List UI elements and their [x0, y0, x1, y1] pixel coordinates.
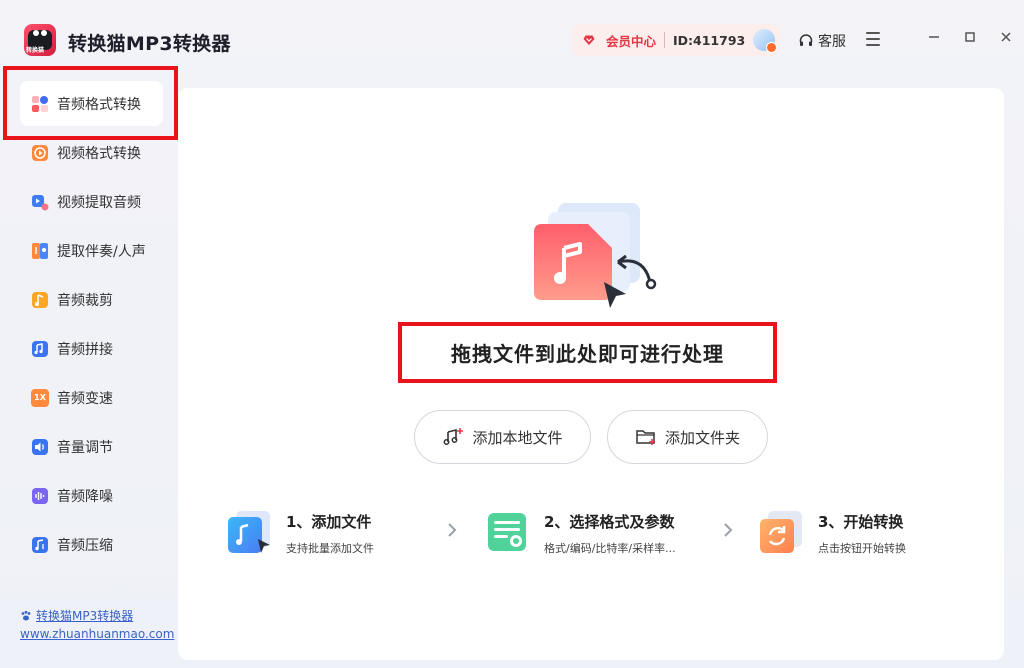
headset-icon: [799, 34, 813, 46]
logo-eye-right: [41, 30, 47, 36]
sidebar-item-vocal-extract[interactable]: 提取伴奏/人声: [20, 228, 163, 273]
footer-url-link[interactable]: www.zhuanhuanmao.com: [20, 627, 174, 641]
sidebar-item-label: 视频格式转换: [57, 145, 141, 162]
maximize-icon: [965, 32, 975, 42]
step-title: 3、开始转换: [818, 513, 904, 531]
minimize-icon: [929, 36, 939, 38]
diamond-icon: [582, 33, 596, 47]
footer-link[interactable]: 转换猫MP3转换器 www.zhuanhuanmao.com: [20, 607, 174, 641]
footer-brand-label[interactable]: 转换猫MP3转换器: [36, 607, 133, 624]
step-title: 2、选择格式及参数: [544, 513, 675, 531]
sidebar-item-label: 提取伴奏/人声: [57, 243, 146, 260]
paw-icon: [21, 610, 31, 620]
step-subtitle: 支持批量添加文件: [286, 542, 374, 555]
menu-icon[interactable]: [866, 32, 880, 46]
add-file-button[interactable]: 添加本地文件: [414, 410, 591, 464]
sidebar-item-label: 音频变速: [57, 390, 113, 407]
logo-eye-left: [33, 30, 39, 36]
app-logo: 转换猫: [24, 24, 56, 56]
sidebar-item-audio-merge[interactable]: 音频拼接: [20, 326, 163, 371]
volume-icon: [31, 438, 49, 456]
add-music-file-icon: [444, 428, 464, 445]
add-file-label[interactable]: 添加本地文件: [472, 427, 562, 448]
sidebar-item-audio-cut[interactable]: 音频裁剪: [20, 277, 163, 322]
step-start-convert: 3、开始转换 点击按钮开始转换: [758, 507, 906, 556]
avatar[interactable]: [753, 29, 778, 53]
maximize-button[interactable]: [962, 30, 978, 48]
sidebar: 音频格式转换 视频格式转换 视频提取音频 提取伴奏/人声 音频裁剪 音频拼接 1…: [0, 80, 178, 668]
vocal-extract-icon: [31, 242, 49, 260]
footer-brand-link[interactable]: 转换猫MP3转换器: [20, 607, 174, 624]
add-folder-icon: [636, 430, 655, 445]
vip-center[interactable]: 会员中心 ID:411793: [572, 24, 780, 56]
close-button[interactable]: [998, 30, 1014, 48]
customer-service-label[interactable]: 客服: [818, 31, 846, 51]
step-subtitle: 点击按钮开始转换: [818, 542, 906, 555]
title-bar: 转换猫 转换猫MP3转换器 会员中心 ID:411793 客服: [0, 0, 1024, 80]
audio-file-illustration: [534, 200, 660, 310]
sidebar-item-label: 音频拼接: [57, 341, 113, 358]
video-convert-icon: [31, 144, 49, 162]
vip-center-label[interactable]: 会员中心: [606, 31, 656, 50]
sidebar-item-label: 音频降噪: [57, 488, 113, 505]
audio-cut-icon: [31, 291, 49, 309]
convert-step-icon: [758, 507, 806, 555]
close-icon: [1001, 32, 1011, 42]
app-window: 转换猫 转换猫MP3转换器 会员中心 ID:411793 客服 音频格式转换 视…: [0, 0, 1024, 668]
sidebar-item-label: 音频裁剪: [57, 292, 113, 309]
vip-divider: [664, 32, 666, 48]
audio-merge-icon: [31, 340, 49, 358]
sidebar-item-label: 音量调节: [57, 439, 113, 456]
sidebar-item-audio-convert[interactable]: 音频格式转换: [20, 81, 163, 126]
sidebar-item-label: 音频压缩: [57, 537, 113, 554]
video-extract-audio-icon: [31, 193, 49, 211]
avatar-badge-icon: [766, 42, 778, 53]
chevron-right-icon: [446, 522, 458, 543]
add-folder-label[interactable]: 添加文件夹: [665, 427, 740, 448]
logo-text: 转换猫: [26, 47, 45, 54]
audio-convert-icon: [31, 95, 49, 113]
step-title: 1、添加文件: [286, 513, 372, 531]
sidebar-item-volume[interactable]: 音量调节: [20, 424, 163, 469]
sidebar-item-label: 音频格式转换: [57, 96, 141, 113]
denoise-icon: [31, 487, 49, 505]
user-id: ID:411793: [673, 32, 746, 48]
chevron-right-icon: [722, 522, 734, 543]
add-file-step-icon: [226, 507, 274, 555]
settings-step-icon: [484, 507, 532, 555]
step-subtitle: 格式/编码/比特率/采样率...: [544, 542, 676, 555]
sidebar-item-compress[interactable]: 音频压缩: [20, 522, 163, 567]
step-select-format: 2、选择格式及参数 格式/编码/比特率/采样率...: [484, 507, 676, 556]
sidebar-item-denoise[interactable]: 音频降噪: [20, 473, 163, 518]
sidebar-item-label: 视频提取音频: [57, 194, 141, 211]
sidebar-item-audio-speed[interactable]: 1X 音频变速: [20, 375, 163, 420]
audio-speed-icon: 1X: [31, 388, 49, 407]
sidebar-item-video-convert[interactable]: 视频格式转换: [20, 130, 163, 175]
app-title: 转换猫MP3转换器: [68, 33, 231, 55]
add-folder-button[interactable]: 添加文件夹: [607, 410, 768, 464]
step-add-file: 1、添加文件 支持批量添加文件: [226, 507, 374, 556]
compress-icon: [31, 536, 49, 554]
customer-service-button[interactable]: 客服: [798, 31, 846, 51]
drop-hint-text: 拖拽文件到此处即可进行处理: [451, 342, 724, 366]
sidebar-item-video-extract-audio[interactable]: 视频提取音频: [20, 179, 163, 224]
minimize-button[interactable]: [926, 30, 942, 48]
